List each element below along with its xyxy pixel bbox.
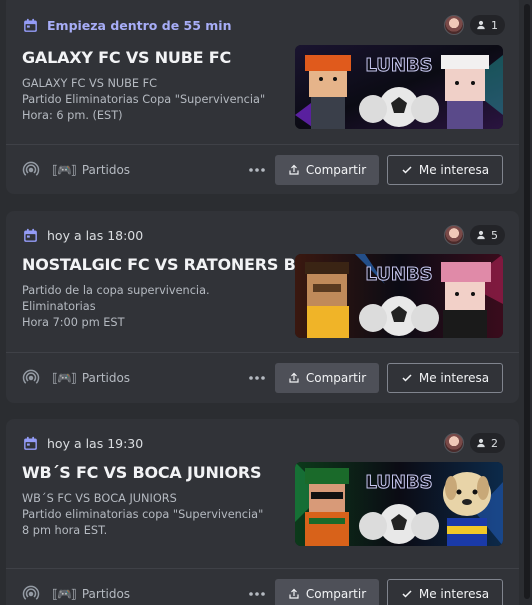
event-cover-image: LUNBS <box>295 462 503 546</box>
share-button[interactable]: Compartir <box>275 579 379 605</box>
event-footer: ⟦🎮⟧ Partidos Compartir Me interesa <box>22 363 503 393</box>
calendar-icon <box>24 228 37 242</box>
attendee-count[interactable]: 5 <box>470 225 505 245</box>
person-icon <box>477 230 485 240</box>
checkmark-icon <box>402 166 412 174</box>
share-label: Compartir <box>305 587 367 601</box>
event-start-time: hoy a las 19:30 <box>47 435 144 451</box>
event-description: GALAXY FC VS NUBE FC Partido Eliminatori… <box>22 76 284 124</box>
share-icon <box>289 588 299 599</box>
event-cover-image: LUNBS <box>295 254 503 338</box>
channel-name[interactable]: Partidos <box>82 587 245 601</box>
event-cover-image: LUNBS <box>295 45 503 129</box>
attendee-count-value: 5 <box>491 228 498 242</box>
share-button[interactable]: Compartir <box>275 363 379 393</box>
stage-channel-icon <box>22 161 40 176</box>
channel-name[interactable]: Partidos <box>82 163 245 177</box>
stage-channel-icon <box>22 585 40 600</box>
event-description: Partido de la copa supervivencia. Elimin… <box>22 283 284 331</box>
event-card[interactable]: hoy a las 18:00 5 NOSTALGIC FC VS RATONE… <box>6 211 519 403</box>
channel-name[interactable]: Partidos <box>82 371 245 385</box>
attendee-count-value: 2 <box>491 436 498 450</box>
description-line: Partido de la copa supervivencia. <box>22 284 210 297</box>
event-start-time: Empieza dentro de 55 min <box>47 17 232 33</box>
attendee-count[interactable]: 2 <box>470 433 505 453</box>
share-icon <box>289 164 299 175</box>
more-dots-icon[interactable] <box>245 158 269 182</box>
card-divider <box>6 568 519 569</box>
description-line: 8 pm hora EST. <box>22 524 108 537</box>
description-line: Partido eliminatorias copa "Supervivenci… <box>22 508 264 521</box>
card-divider <box>6 144 519 145</box>
event-start-time: hoy a las 18:00 <box>47 227 144 243</box>
share-icon <box>289 372 299 383</box>
checkmark-icon <box>402 590 412 598</box>
event-header: hoy a las 19:30 2 <box>22 432 505 454</box>
stage-channel-icon <box>22 369 40 384</box>
event-footer: ⟦🎮⟧ Partidos Compartir Me interesa <box>22 155 503 185</box>
events-list: Empieza dentro de 55 min 1 GALAXY FC VS … <box>0 0 532 605</box>
attendee-count[interactable]: 1 <box>470 15 505 35</box>
event-title[interactable]: GALAXY FC VS NUBE FC <box>22 48 231 67</box>
person-icon <box>477 20 485 30</box>
event-header: hoy a las 18:00 5 <box>22 224 505 246</box>
more-dots-icon[interactable] <box>245 366 269 390</box>
description-line: Eliminatorias <box>22 300 96 313</box>
interested-button[interactable]: Me interesa <box>387 579 503 605</box>
checkmark-icon <box>402 374 412 382</box>
banner-logo-text: LUNBS <box>365 55 432 76</box>
description-line: Hora 7:00 pm EST <box>22 316 125 329</box>
attendee-avatar <box>444 225 464 245</box>
interested-label: Me interesa <box>418 163 490 177</box>
channel-emoji: ⟦🎮⟧ <box>52 587 77 601</box>
calendar-icon <box>24 18 37 32</box>
card-divider <box>6 352 519 353</box>
scrollbar[interactable] <box>524 4 530 599</box>
calendar-icon <box>24 436 37 450</box>
share-button[interactable]: Compartir <box>275 155 379 185</box>
description-line: WB´S FC VS BOCA JUNIORS <box>22 492 177 505</box>
description-line: GALAXY FC VS NUBE FC <box>22 77 158 90</box>
share-label: Compartir <box>305 371 367 385</box>
description-line: Partido Eliminatorias Copa "Supervivenci… <box>22 93 266 106</box>
event-card[interactable]: hoy a las 19:30 2 WB´S FC VS BOCA JUNIOR… <box>6 419 519 605</box>
banner-logo-text: LUNBS <box>365 472 432 493</box>
interested-label: Me interesa <box>418 587 490 601</box>
event-footer: ⟦🎮⟧ Partidos Compartir Me interesa <box>22 579 503 605</box>
banner-logo-text: LUNBS <box>365 264 432 285</box>
interested-button[interactable]: Me interesa <box>387 155 503 185</box>
description-line: Hora: 6 pm. (EST) <box>22 109 123 122</box>
interested-label: Me interesa <box>418 371 490 385</box>
event-description: WB´S FC VS BOCA JUNIORS Partido eliminat… <box>22 491 284 539</box>
attendee-count-value: 1 <box>491 18 498 32</box>
event-title[interactable]: NOSTALGIC FC VS RATONERS BV <box>22 255 307 274</box>
event-header: Empieza dentro de 55 min 1 <box>22 14 505 36</box>
more-dots-icon[interactable] <box>245 582 269 605</box>
event-title[interactable]: WB´S FC VS BOCA JUNIORS <box>22 463 261 482</box>
attendee-avatar <box>444 15 464 35</box>
event-card[interactable]: Empieza dentro de 55 min 1 GALAXY FC VS … <box>6 0 519 194</box>
interested-button[interactable]: Me interesa <box>387 363 503 393</box>
share-label: Compartir <box>305 163 367 177</box>
channel-emoji: ⟦🎮⟧ <box>52 371 77 385</box>
channel-emoji: ⟦🎮⟧ <box>52 163 77 177</box>
person-icon <box>477 438 485 448</box>
attendee-avatar <box>444 433 464 453</box>
